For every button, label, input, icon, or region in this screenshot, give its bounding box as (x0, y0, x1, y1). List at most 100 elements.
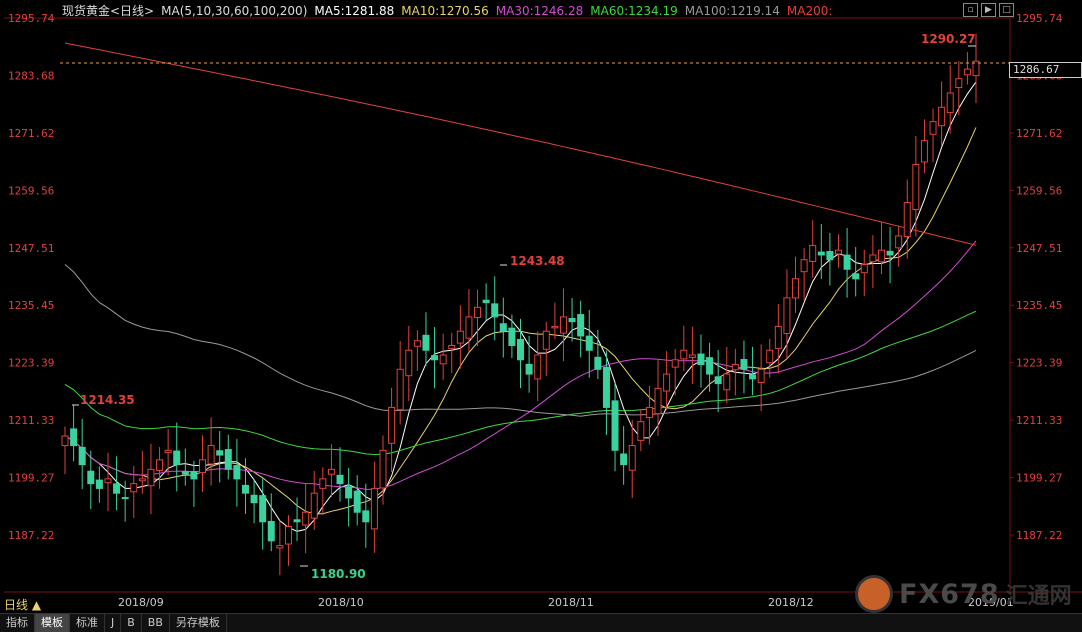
candle-body (929, 121, 937, 135)
fx678-logo-icon (855, 575, 893, 613)
watermark-brand: FX678 (899, 578, 1000, 610)
y-label-right: 1271.62 (1016, 127, 1062, 140)
candle-body (869, 254, 877, 263)
candle-body (113, 483, 121, 494)
period-label: 日线 (4, 598, 29, 612)
candle-body (130, 483, 138, 493)
candle-body (491, 303, 499, 318)
candle-body (164, 449, 172, 454)
candle-body (370, 487, 378, 530)
candle-body (207, 445, 215, 465)
x-label-nov: 2018/11 (548, 596, 594, 609)
candle-body (362, 510, 370, 523)
y-label-right: 1295.74 (1016, 12, 1063, 25)
candle-body (422, 334, 430, 351)
tab-j[interactable]: J (105, 614, 122, 632)
candle-body (628, 445, 636, 471)
candle-body (173, 450, 181, 466)
tab-indicator[interactable]: 指标 (0, 614, 35, 632)
candle-body (293, 519, 301, 523)
tab-bb[interactable]: BB (142, 614, 170, 632)
candle-body (551, 325, 559, 329)
candle-body (431, 355, 439, 361)
candle-body (448, 344, 456, 350)
candle-body (663, 373, 671, 392)
candle-body (714, 376, 722, 385)
candle-body (474, 306, 482, 318)
candle-body (938, 106, 946, 127)
candle-body (233, 465, 241, 480)
candle-body (95, 479, 103, 489)
candle-body (508, 327, 516, 346)
candle-body (568, 318, 576, 323)
candle-body (706, 357, 714, 375)
y-label-right: 1259.56 (1016, 184, 1062, 197)
annotation-high-nov: 1243.48 (510, 254, 565, 268)
candle-body (792, 278, 800, 299)
candle-body (834, 249, 842, 255)
tab-b[interactable]: B (121, 614, 142, 632)
candle-body (817, 251, 825, 256)
candle-body (216, 450, 224, 456)
candle-body (654, 387, 662, 415)
candle-body (611, 400, 619, 451)
candle-body (190, 471, 198, 480)
candle-body (147, 468, 155, 487)
candle-body (774, 325, 782, 349)
candle-body (852, 273, 860, 280)
candle-body (963, 68, 971, 76)
candle-body (920, 140, 928, 163)
period-selector[interactable]: 日线 ▲ (4, 596, 41, 613)
ma200-line (64, 42, 977, 246)
candle-body (886, 250, 894, 256)
candle-body (688, 354, 696, 358)
candle-body (749, 374, 757, 380)
candle-body (284, 526, 292, 545)
candle-body (800, 259, 808, 273)
candle-body (585, 335, 593, 351)
annotation-low-oct: 1180.90 (311, 567, 366, 581)
bottom-toolbar: 指标 模板 标准 J B BB 另存模板 (0, 613, 1082, 632)
candle-body (396, 368, 404, 411)
candle-body (620, 453, 628, 466)
candle-body (267, 520, 275, 542)
tab-save-template[interactable]: 另存模板 (170, 614, 227, 632)
y-label-right: 1247.51 (1016, 242, 1062, 255)
candle-body (895, 235, 903, 249)
candle-body (680, 349, 688, 360)
candle-body (199, 459, 207, 474)
candle-body (465, 316, 473, 339)
y-label-left: 1271.62 (8, 127, 54, 140)
candle-body (577, 314, 585, 337)
candle-body (877, 249, 885, 263)
candle-body (809, 244, 817, 262)
candle-body (637, 421, 645, 441)
y-label-right: 1187.22 (1016, 529, 1062, 542)
tab-standard[interactable]: 标准 (70, 614, 105, 632)
y-label-right: 1199.27 (1016, 472, 1062, 485)
candle-body (525, 363, 533, 375)
current-price-tag: 1286.67 (1009, 62, 1082, 78)
candle-body (697, 353, 705, 366)
candle-body (70, 428, 78, 447)
candle-body (671, 359, 679, 368)
candle-body (388, 406, 396, 444)
candle-body (912, 163, 920, 211)
candle-body (826, 251, 834, 261)
candle-body (757, 368, 765, 383)
candle-body (276, 545, 284, 549)
candle-body (336, 474, 344, 485)
candle-body (413, 340, 421, 347)
candle-body (843, 254, 851, 270)
candle-body (723, 373, 731, 391)
y-label-left: 1235.45 (8, 299, 54, 312)
candle-body (138, 478, 146, 482)
candle-body (946, 92, 954, 114)
candle-body (61, 435, 69, 447)
tab-template[interactable]: 模板 (35, 614, 70, 632)
candle-body (319, 478, 327, 489)
candle-body (482, 299, 490, 304)
candle-body (181, 471, 189, 475)
candlestick-chart[interactable]: 1295.741295.741283.681283.681271.621271.… (0, 0, 1082, 631)
y-label-left: 1187.22 (8, 529, 54, 542)
